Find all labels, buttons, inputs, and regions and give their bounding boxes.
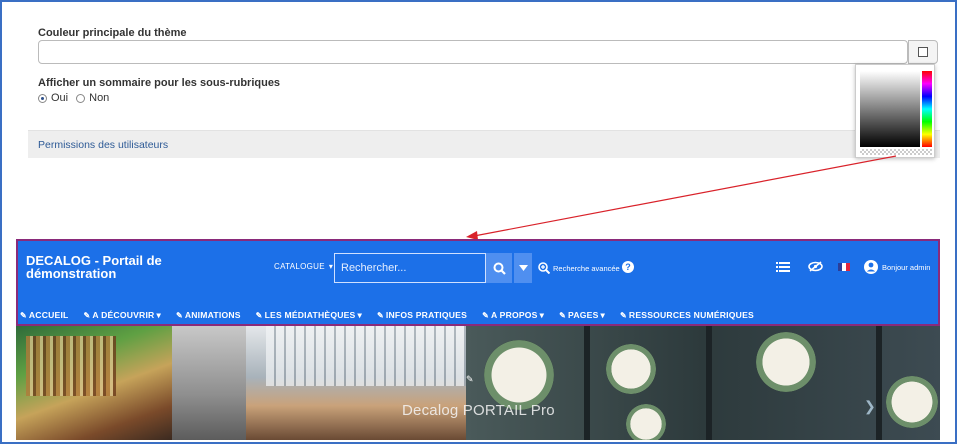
search-input[interactable] (335, 254, 485, 282)
nav-a-decouvrir[interactable]: ✎ A DÉCOUVRIR ▾ (84, 310, 161, 321)
caret-down-icon: ▾ (539, 309, 545, 320)
catalogue-dropdown[interactable]: CATALOGUE ▾ (274, 262, 333, 271)
edit-icon: ✎ (20, 310, 27, 320)
nav-label: A DÉCOUVRIR (92, 310, 155, 320)
zoom-plus-icon (538, 262, 550, 274)
nav-ressources-numeriques[interactable]: ✎ RESSOURCES NUMÉRIQUES (620, 310, 754, 320)
caret-down-icon: ▾ (357, 309, 362, 320)
windows (266, 326, 466, 386)
nav-label: LES MÉDIATHÈQUES (264, 310, 356, 320)
nav-label: PAGES (568, 310, 599, 320)
caret-down-icon: ▾ (156, 309, 161, 320)
nav-pages[interactable]: ✎ PAGES ▾ (559, 310, 605, 321)
nav-label: ANIMATIONS (184, 310, 241, 320)
question-icon[interactable]: ? (622, 261, 634, 273)
pillar (876, 326, 882, 440)
search-options-button[interactable] (514, 253, 532, 283)
theme-color-input[interactable] (38, 40, 908, 64)
main-navigation: ✎ ACCUEIL ✎ A DÉCOUVRIR ▾ ✎ ANIMATIONS ✎ LES … (18, 307, 938, 323)
nav-les-mediatheques[interactable]: ✎ LES MÉDIATHÈQUES ▾ (256, 310, 362, 321)
bookshelf (26, 336, 116, 396)
banner-photo-hall (246, 326, 466, 440)
hue-slider[interactable] (922, 71, 932, 147)
banner-photo-library (16, 326, 172, 440)
pillar (584, 326, 590, 440)
round-window (756, 332, 816, 392)
list-icon[interactable] (776, 261, 790, 272)
edit-icon: ✎ (482, 310, 489, 320)
theme-settings-panel: Couleur principale du thème Afficher un … (28, 12, 940, 164)
nav-label: ACCUEIL (28, 310, 69, 320)
portal-brand[interactable]: DECALOG - Portail de démonstration (26, 254, 176, 280)
permissions-section[interactable]: Permissions des utilisateurs (28, 130, 940, 158)
summary-radio-group: Oui Non (38, 92, 109, 104)
nav-infos-pratiques[interactable]: ✎ INFOS PRATIQUES (377, 310, 467, 320)
user-icon (864, 260, 878, 274)
eye-slash-icon[interactable] (808, 261, 823, 272)
saturation-area[interactable] (860, 71, 920, 147)
alpha-slider[interactable] (860, 149, 932, 155)
pillar (706, 326, 712, 440)
nav-animations[interactable]: ✎ ANIMATIONS (176, 310, 241, 320)
radio-non[interactable] (76, 93, 86, 103)
nav-accueil[interactable]: ✎ ACCUEIL (20, 310, 69, 320)
edit-icon: ✎ (620, 310, 627, 320)
advanced-search-link[interactable]: Recherche avancée (538, 262, 620, 274)
caret-down-icon: ▾ (600, 309, 606, 320)
edit-icon: ✎ (175, 310, 183, 320)
color-picker-popup (855, 64, 935, 158)
round-window (484, 340, 554, 410)
color-picker-icon (918, 47, 928, 57)
banner-image: ✎ Decalog PORTAIL Pro ❯ (16, 326, 940, 440)
color-picker-button[interactable] (908, 40, 938, 64)
greeting-label: Bonjour admin (882, 262, 931, 272)
theme-color-label: Couleur principale du thème (38, 27, 187, 39)
round-window (606, 344, 656, 394)
round-window (626, 404, 666, 440)
search-box (334, 253, 486, 283)
edit-icon: ✎ (255, 310, 263, 320)
portal-title-line2: démonstration (26, 266, 117, 281)
nav-label: A PROPOS (490, 310, 538, 320)
caret-down-icon (518, 265, 528, 271)
summary-label: Afficher un sommaire pour les sous-rubri… (38, 77, 281, 89)
edit-icon: ✎ (377, 310, 384, 320)
advanced-search-label: Recherche avancée (553, 263, 620, 273)
banner-photo-reader (172, 326, 246, 440)
portal-header: DECALOG - Portail de démonstration CATAL… (16, 239, 940, 326)
radio-oui[interactable] (38, 93, 47, 103)
edit-icon: ✎ (83, 310, 91, 320)
edit-icon[interactable]: ✎ (466, 374, 474, 385)
nav-a-propos[interactable]: ✎ A PROPOS ▾ (482, 310, 544, 321)
search-icon (493, 262, 506, 275)
radio-non-label: Non (89, 92, 110, 104)
radio-oui-label: Oui (51, 92, 69, 104)
catalogue-label: CATALOGUE (274, 262, 325, 271)
french-flag-icon[interactable] (838, 263, 850, 271)
nav-label: RESSOURCES NUMÉRIQUES (628, 310, 754, 320)
banner-photo-round-windows (466, 326, 940, 440)
user-menu[interactable]: Bonjour admin (864, 260, 930, 274)
nav-label: INFOS PRATIQUES (385, 310, 468, 320)
banner-caption: Decalog PORTAIL Pro (402, 402, 555, 419)
chevron-right-icon[interactable]: ❯ (864, 398, 876, 415)
search-button[interactable] (486, 253, 512, 283)
caret-down-icon: ▾ (328, 262, 334, 271)
permissions-link[interactable]: Permissions des utilisateurs (38, 139, 168, 151)
round-window (886, 376, 938, 428)
edit-icon: ✎ (559, 310, 567, 320)
